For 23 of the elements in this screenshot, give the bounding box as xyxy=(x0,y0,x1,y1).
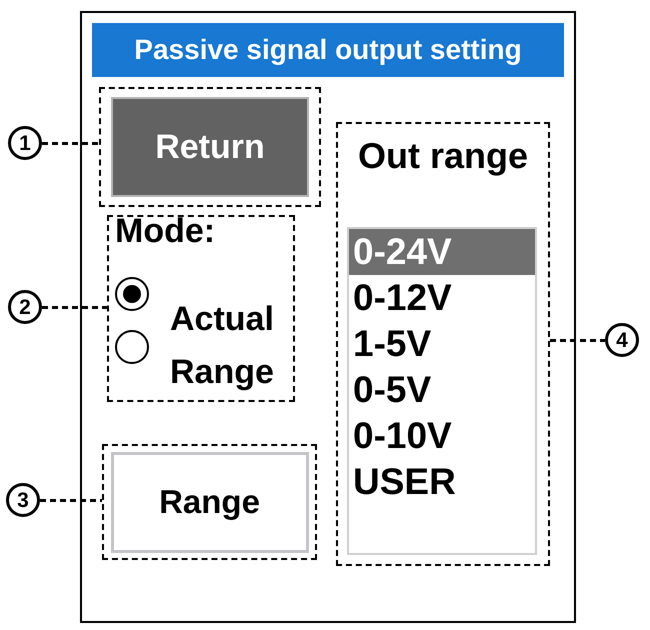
callout-number: 4 xyxy=(605,323,639,357)
radio-button[interactable] xyxy=(115,277,149,311)
callout-number: 1 xyxy=(8,126,42,160)
radio-label[interactable]: Range xyxy=(170,354,274,390)
list-item[interactable]: USER xyxy=(349,459,535,505)
return-button[interactable]: Return xyxy=(111,97,309,197)
list-item[interactable]: 0-10V xyxy=(349,413,535,459)
out-range-label: Out range xyxy=(356,136,529,176)
leader-line xyxy=(42,142,99,144)
list-item[interactable]: 0-12V xyxy=(349,275,535,321)
list-item[interactable]: 1-5V xyxy=(349,321,535,367)
callout-number: 3 xyxy=(6,483,40,517)
callout-number: 2 xyxy=(8,290,42,324)
list-item[interactable]: 0-24V xyxy=(349,229,535,275)
screen-title: Passive signal output setting xyxy=(92,23,564,77)
leader-line xyxy=(40,498,102,502)
leader-line xyxy=(42,306,107,308)
mode-label: Mode: xyxy=(115,213,216,249)
list-item[interactable]: 0-5V xyxy=(349,367,535,413)
range-button[interactable]: Range xyxy=(110,452,308,552)
radio-label[interactable]: Actual xyxy=(170,301,274,337)
leader-line xyxy=(550,338,605,342)
radio-button[interactable] xyxy=(115,330,149,364)
